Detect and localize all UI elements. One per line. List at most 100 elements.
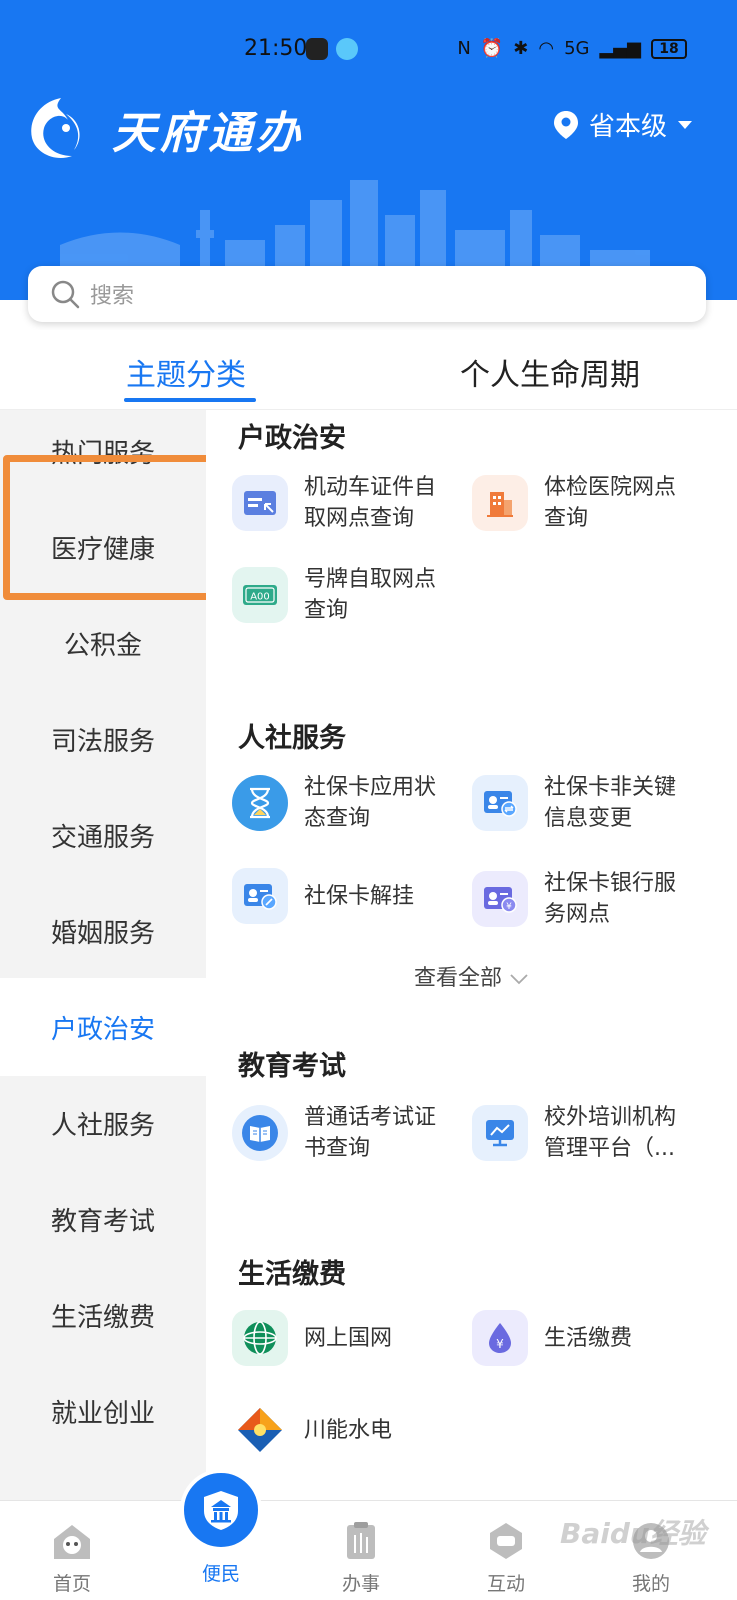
- tab-label-active: 便民: [201, 1563, 240, 1585]
- service-card-status-query[interactable]: 社保卡应用状 态查询: [232, 772, 454, 834]
- sidebar-item-label: 教育考试: [50, 1206, 155, 1237]
- service-label-line1: 社保卡应用状: [304, 775, 437, 800]
- notification-swirl-icon: [336, 38, 358, 60]
- vehicle-license-card-icon: [232, 475, 288, 531]
- sidebar-item-label: 婚姻服务: [50, 918, 155, 949]
- service-mandarin-certificate[interactable]: 普通话考试证 书查询: [232, 1102, 454, 1164]
- bluetooth-icon: ✱: [513, 38, 529, 59]
- book-icon: [232, 1105, 288, 1161]
- baidu-watermark: Baidu经验: [560, 1517, 706, 1550]
- panda-home-icon: [54, 1525, 90, 1559]
- tab-topic-category[interactable]: 主题分类: [126, 350, 246, 394]
- battery-icon: 18: [651, 38, 687, 59]
- region-selector[interactable]: 省本级: [553, 106, 693, 143]
- hospital-building-icon: [472, 475, 528, 531]
- training-screen-icon: [472, 1105, 528, 1161]
- service-label-line1: 社保卡解挂: [304, 883, 415, 909]
- search-input[interactable]: 搜索: [28, 266, 706, 322]
- tab-label: 办事: [341, 1573, 380, 1595]
- tab-convenience[interactable]: [180, 1469, 262, 1551]
- service-label-line1: 川能水电: [304, 1417, 393, 1443]
- tab-label: 我的: [631, 1573, 670, 1595]
- sidebar-item-housing-fund[interactable]: 公积金: [0, 594, 206, 692]
- clipboard-bamboo-icon: [347, 1522, 375, 1559]
- category-tabs: 主题分类 个人生命周期: [0, 330, 737, 410]
- sidebar-item-label: 司法服务: [50, 726, 155, 757]
- service-label-line1: 网上国网: [304, 1325, 393, 1351]
- service-medical-exam-hospital[interactable]: 体检医院网点 查询: [472, 472, 694, 534]
- sidebar-item-label: 就业创业: [50, 1398, 155, 1429]
- sidebar-item-judicial[interactable]: 司法服务: [0, 690, 206, 788]
- sidebar-item-education[interactable]: 教育考试: [0, 1170, 206, 1268]
- service-label-line1: 普通话考试证: [304, 1105, 437, 1130]
- service-label-line2: 务网点: [544, 902, 611, 927]
- status-time: 21:50: [244, 36, 308, 61]
- hourglass-icon: [232, 775, 288, 831]
- service-label-line2: 管理平台（...: [544, 1136, 675, 1161]
- temple-badge-icon: [204, 1491, 238, 1530]
- sidebar-item-social-security[interactable]: 人社服务: [0, 1074, 206, 1172]
- service-vehicle-license-pickup[interactable]: 机动车证件自 取网点查询: [232, 472, 454, 534]
- view-all-link[interactable]: 查看全部: [206, 960, 737, 992]
- region-label: 省本级: [588, 112, 667, 142]
- tab-home[interactable]: 首页: [27, 1519, 117, 1596]
- svg-text:¥: ¥: [496, 1337, 504, 1351]
- id-card-edit-icon: [232, 868, 288, 924]
- sidebar-item-transport[interactable]: 交通服务: [0, 786, 206, 884]
- water-drop-yuan-icon: ¥: [472, 1310, 528, 1366]
- service-label-line1: 生活缴费: [544, 1325, 633, 1351]
- service-list: 户政治安 机动车证件自 取网点查询 体检医院网点 查询 A00 号牌自取网点 查询 人…: [206, 410, 737, 1500]
- location-pin-icon: [553, 110, 578, 139]
- status-bar: 21:50 N ⏰ ✱ ◠ 5G ▂▄▆ 18: [0, 30, 737, 70]
- network-type-label: 5G: [564, 38, 590, 59]
- service-label-line2: 书查询: [304, 1136, 371, 1161]
- service-sichuan-energy[interactable]: 川能水电: [232, 1402, 454, 1458]
- alarm-icon: ⏰: [480, 38, 504, 59]
- service-utility-payment[interactable]: ¥ 生活缴费: [472, 1310, 694, 1366]
- nfc-icon: N: [457, 38, 471, 59]
- id-card-yuan-icon: ¥: [472, 871, 528, 927]
- license-plate-icon: A00: [232, 567, 288, 623]
- sidebar-item-label: 生活缴费: [50, 1302, 155, 1333]
- chevron-down-icon: [510, 974, 528, 985]
- svg-text:¥: ¥: [506, 902, 512, 912]
- sidebar-item-employment[interactable]: 就业创业: [0, 1362, 206, 1460]
- signal-icon: ▂▄▆: [599, 38, 641, 59]
- id-card-exchange-icon: [472, 775, 528, 831]
- service-state-grid-online[interactable]: 网上国网: [232, 1310, 454, 1366]
- sidebar-item-marriage[interactable]: 婚姻服务: [0, 882, 206, 980]
- service-card-unfreeze[interactable]: 社保卡解挂: [232, 868, 454, 924]
- service-license-plate-pickup[interactable]: A00 号牌自取网点 查询: [232, 564, 454, 626]
- service-label-line2: 查询: [544, 506, 589, 531]
- tab-label: 首页: [52, 1573, 91, 1595]
- service-training-platform[interactable]: 校外培训机构 管理平台（...: [472, 1102, 694, 1164]
- service-label-line2: 态查询: [304, 806, 371, 831]
- sidebar-item-label: 交通服务: [50, 822, 155, 853]
- sichuan-energy-logo-icon: [232, 1402, 288, 1458]
- status-indicators: N ⏰ ✱ ◠ 5G ▂▄▆ 18: [457, 38, 687, 59]
- sidebar-item-household-security[interactable]: 户政治安: [0, 978, 206, 1076]
- notification-app-icon: [306, 38, 328, 60]
- service-card-bank-outlets[interactable]: ¥ 社保卡银行服 务网点: [472, 868, 694, 930]
- tab-interact[interactable]: 互动: [461, 1519, 551, 1596]
- service-label-line2: 查询: [304, 598, 349, 623]
- sidebar-item-label: 户政治安: [50, 1014, 155, 1045]
- service-label-line1: 体检医院网点: [544, 475, 677, 500]
- tab-affairs[interactable]: 办事: [316, 1519, 406, 1596]
- service-label-line1: 社保卡非关键: [544, 775, 677, 800]
- service-card-info-change[interactable]: 社保卡非关键 信息变更: [472, 772, 694, 834]
- sidebar-item-utilities[interactable]: 生活缴费: [0, 1266, 206, 1364]
- service-label-line1: 机动车证件自: [304, 475, 437, 500]
- service-label-line2: 取网点查询: [304, 506, 415, 531]
- section-title-education: 教育考试: [238, 1051, 346, 1082]
- caret-down-icon: [678, 120, 692, 129]
- tab-life-cycle[interactable]: 个人生命周期: [460, 350, 640, 394]
- annotation-highlight-box: [3, 455, 221, 600]
- search-placeholder: 搜索: [90, 284, 135, 309]
- view-all-label: 查看全部: [413, 966, 502, 991]
- chat-badge-icon: [490, 1523, 522, 1559]
- section-title-social-security: 人社服务: [238, 723, 346, 754]
- service-label-line1: 号牌自取网点: [304, 567, 437, 592]
- service-label-line1: 校外培训机构: [544, 1105, 677, 1130]
- app-header: 21:50 N ⏰ ✱ ◠ 5G ▂▄▆ 18 天府通办 省本级: [0, 0, 737, 300]
